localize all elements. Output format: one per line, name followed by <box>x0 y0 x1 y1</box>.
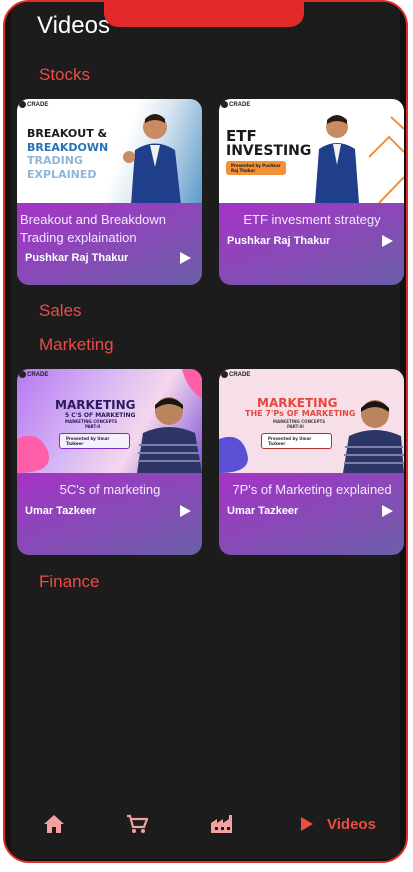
nav-home[interactable] <box>43 789 65 859</box>
play-icon[interactable] <box>382 505 393 517</box>
presenter-image <box>219 400 404 473</box>
presenter-image <box>315 115 404 203</box>
section-sales[interactable]: Sales <box>39 301 82 321</box>
thumb-text: Presented by Pushkar Raj Thakur <box>226 161 286 175</box>
video-title: 5C's of marketing <box>59 482 161 497</box>
section-finance[interactable]: Finance <box>39 572 99 592</box>
thumb-text: EXPLAINED <box>27 168 97 181</box>
app-screen: Videos Stocks CRADE BREAKOUT & BREAKDOWN… <box>11 2 404 859</box>
video-title: Breakout and Breakdown Trading explainat… <box>20 212 166 245</box>
thumb-text: BREAKDOWN <box>27 141 109 154</box>
page-title: Videos <box>37 12 110 39</box>
video-author: Umar Tazkeer <box>227 505 299 517</box>
video-thumbnail[interactable]: CRADE MARKETING THE 7'Ps OF MARKETING MA… <box>219 369 404 473</box>
home-icon <box>44 815 64 833</box>
bottom-navigation: Videos <box>11 789 400 859</box>
video-card-7ps[interactable]: CRADE MARKETING THE 7'Ps OF MARKETING MA… <box>219 369 404 555</box>
video-author: Pushkar Raj Thakur <box>227 235 331 247</box>
thumb-text: BREAKOUT & <box>27 127 108 140</box>
play-icon <box>301 817 313 831</box>
video-thumbnail[interactable]: CRADE MARKETING 5 C'S OF MARKETING MARKE… <box>17 369 202 473</box>
nav-cart[interactable] <box>126 789 148 859</box>
camera-notch <box>104 2 304 27</box>
video-title: ETF invesment strategy <box>243 212 381 227</box>
cart-icon <box>127 814 148 833</box>
thumb-text: TRADING <box>27 154 83 167</box>
play-icon[interactable] <box>180 505 191 517</box>
nav-videos[interactable]: Videos <box>301 789 376 859</box>
nav-factory[interactable] <box>210 789 234 859</box>
video-thumbnail[interactable]: CRADE BREAKOUT & BREAKDOWN TRADING EXPLA… <box>17 99 202 203</box>
video-card-etf[interactable]: CRADE ETF INVESTING Presented by Pushkar… <box>219 99 404 285</box>
play-icon[interactable] <box>382 235 393 247</box>
thumb-text: INVESTING <box>226 143 312 159</box>
presenter-image <box>123 114 181 203</box>
phone-frame: Videos Stocks CRADE BREAKOUT & BREAKDOWN… <box>3 0 408 863</box>
factory-icon <box>211 815 232 833</box>
section-stocks[interactable]: Stocks <box>39 65 90 85</box>
video-card-breakout[interactable]: CRADE BREAKOUT & BREAKDOWN TRADING EXPLA… <box>17 99 202 285</box>
presenter-image <box>17 369 202 473</box>
section-marketing[interactable]: Marketing <box>39 335 114 355</box>
video-author: Pushkar Raj Thakur <box>25 252 129 264</box>
play-icon[interactable] <box>180 252 191 264</box>
video-title: 7P's of Marketing explained <box>232 482 392 497</box>
nav-videos-label: Videos <box>327 815 376 833</box>
video-thumbnail[interactable]: CRADE ETF INVESTING Presented by Pushkar… <box>219 99 404 203</box>
brand-logo: CRADE <box>221 101 250 108</box>
video-card-5cs[interactable]: CRADE MARKETING 5 C'S OF MARKETING MARKE… <box>17 369 202 555</box>
brand-logo: CRADE <box>19 101 48 108</box>
video-author: Umar Tazkeer <box>25 505 97 517</box>
